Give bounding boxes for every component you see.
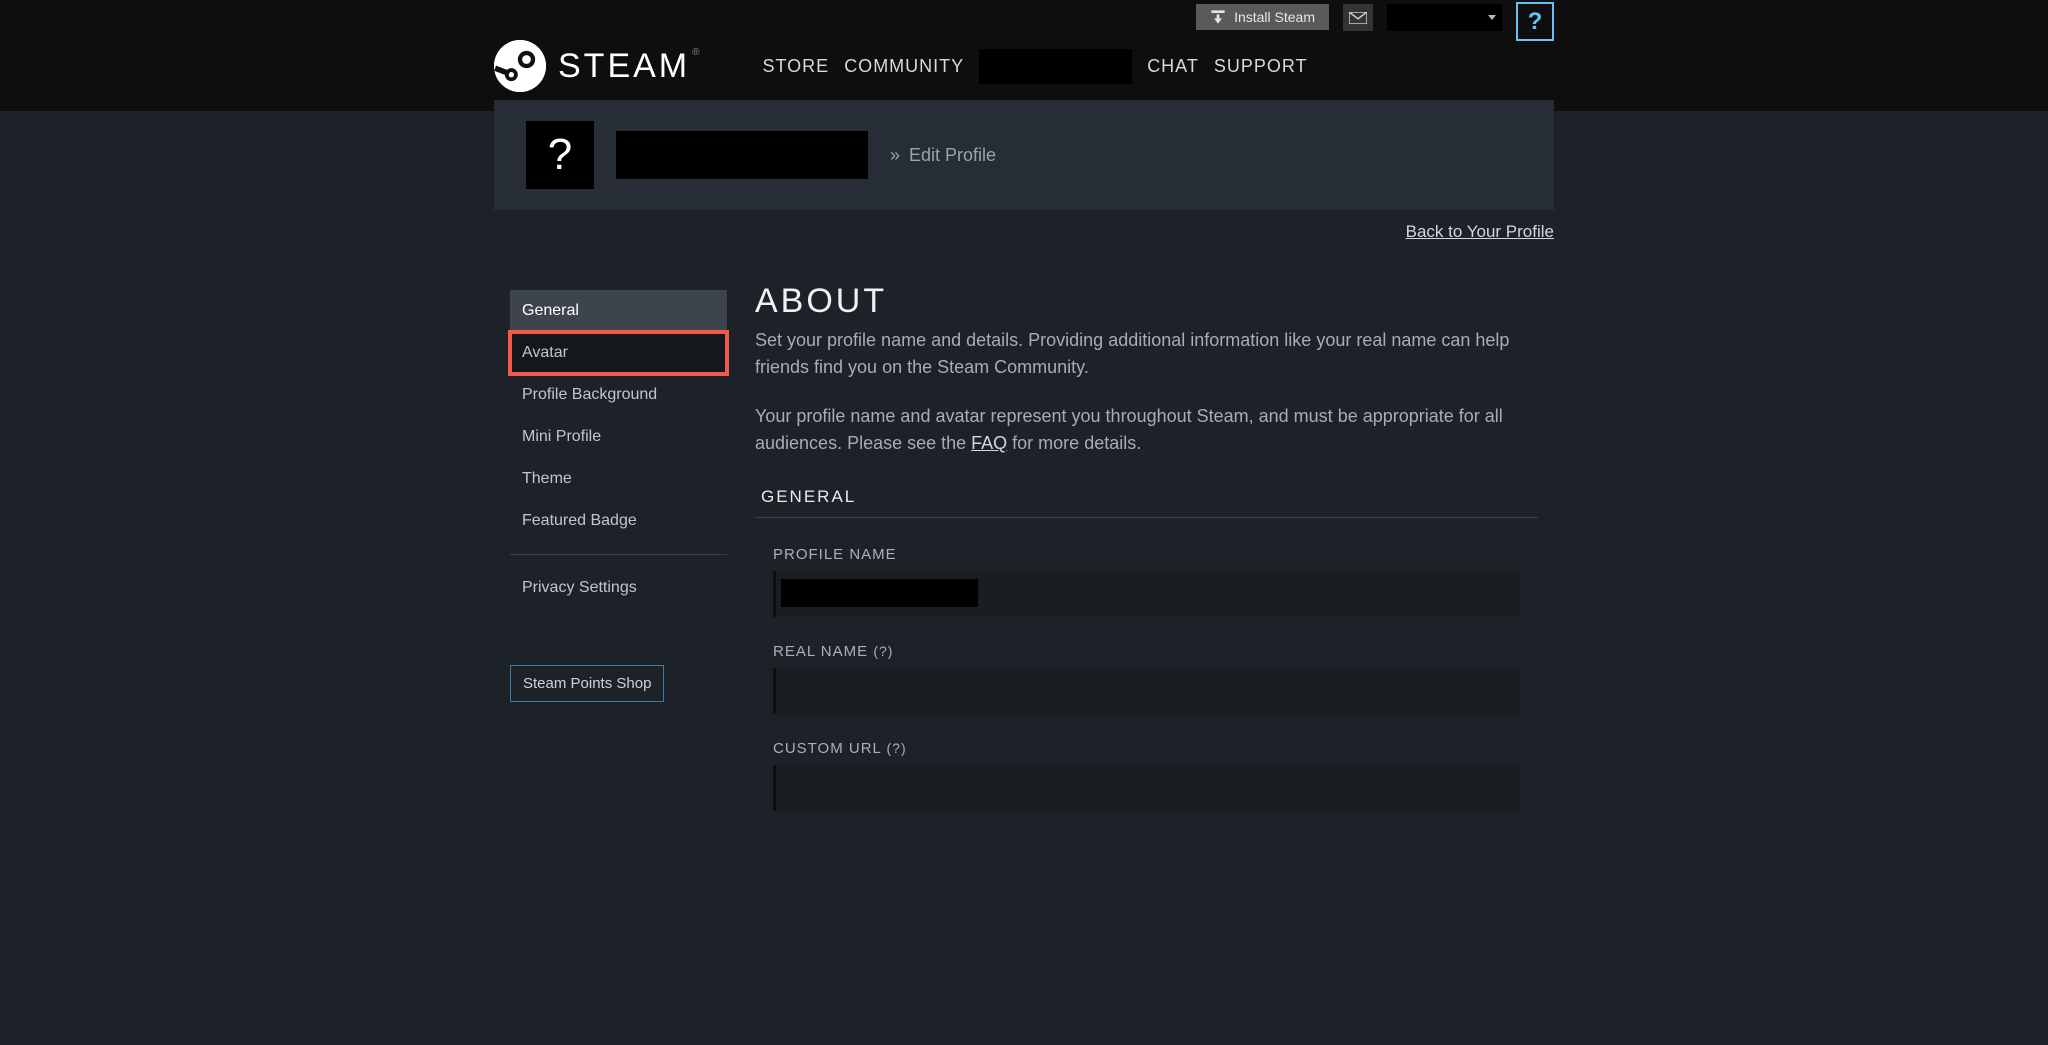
profile-name-input[interactable] bbox=[773, 571, 1521, 617]
sidebar-item-general[interactable]: General bbox=[510, 290, 727, 332]
custom-url-input[interactable] bbox=[773, 765, 1521, 811]
nav-store[interactable]: STORE bbox=[763, 48, 830, 85]
nav-chat[interactable]: CHAT bbox=[1147, 48, 1199, 85]
avatar-placeholder-icon: ? bbox=[548, 130, 572, 180]
profile-name-label: PROFILE NAME bbox=[773, 546, 1538, 563]
about-description-2: Your profile name and avatar represent y… bbox=[755, 403, 1538, 457]
steam-logo[interactable]: STEAM® bbox=[494, 40, 703, 92]
avatar[interactable]: ? bbox=[526, 121, 594, 189]
profile-header: ? » Edit Profile bbox=[494, 100, 1554, 210]
about-heading: ABOUT bbox=[755, 282, 1538, 321]
back-to-profile-link[interactable]: Back to Your Profile bbox=[1406, 222, 1554, 242]
sidebar-item-featured-badge[interactable]: Featured Badge bbox=[510, 500, 727, 542]
sidebar-separator bbox=[510, 554, 727, 555]
help-icon: ? bbox=[1528, 8, 1543, 36]
about-description-1: Set your profile name and details. Provi… bbox=[755, 327, 1538, 381]
edit-profile-content: ABOUT Set your profile name and details.… bbox=[755, 282, 1554, 837]
custom-url-hint-icon[interactable]: (?) bbox=[887, 740, 907, 756]
steam-wordmark: STEAM® bbox=[558, 47, 703, 86]
chevron-down-icon bbox=[1488, 15, 1496, 20]
account-dropdown[interactable] bbox=[1387, 4, 1502, 31]
profile-name-redacted[interactable] bbox=[616, 131, 868, 179]
real-name-hint-icon[interactable]: (?) bbox=[873, 643, 893, 659]
real-name-input[interactable] bbox=[773, 668, 1521, 714]
nav-community[interactable]: COMMUNITY bbox=[844, 48, 964, 85]
nav-username-redacted[interactable] bbox=[979, 49, 1132, 84]
profile-name-input-wrap bbox=[773, 571, 1538, 617]
install-steam-label: Install Steam bbox=[1234, 9, 1315, 25]
breadcrumb-separator: » bbox=[890, 145, 900, 165]
sidebar-item-mini-profile[interactable]: Mini Profile bbox=[510, 416, 727, 458]
nav-support[interactable]: SUPPORT bbox=[1214, 48, 1308, 85]
faq-link[interactable]: FAQ bbox=[971, 433, 1007, 453]
mail-icon bbox=[1349, 12, 1367, 24]
steam-logo-icon bbox=[494, 40, 546, 92]
install-icon bbox=[1210, 10, 1226, 24]
messages-button[interactable] bbox=[1343, 4, 1373, 31]
breadcrumb-current: Edit Profile bbox=[909, 145, 996, 165]
real-name-label: REAL NAME (?) bbox=[773, 643, 1538, 660]
settings-sidebar: General Avatar Profile Background Mini P… bbox=[510, 290, 727, 837]
sidebar-item-avatar[interactable]: Avatar bbox=[510, 332, 727, 374]
install-steam-button[interactable]: Install Steam bbox=[1196, 4, 1329, 30]
section-general-heading: GENERAL bbox=[755, 479, 1538, 518]
custom-url-label: CUSTOM URL (?) bbox=[773, 740, 1538, 757]
breadcrumb: » Edit Profile bbox=[890, 145, 996, 166]
sidebar-item-profile-background[interactable]: Profile Background bbox=[510, 374, 727, 416]
sidebar-item-theme[interactable]: Theme bbox=[510, 458, 727, 500]
help-button[interactable]: ? bbox=[1516, 2, 1554, 41]
main-nav: STORE COMMUNITY CHAT SUPPORT bbox=[763, 48, 1308, 85]
sidebar-item-privacy-settings[interactable]: Privacy Settings bbox=[510, 567, 727, 609]
steam-points-shop-button[interactable]: Steam Points Shop bbox=[510, 665, 664, 702]
